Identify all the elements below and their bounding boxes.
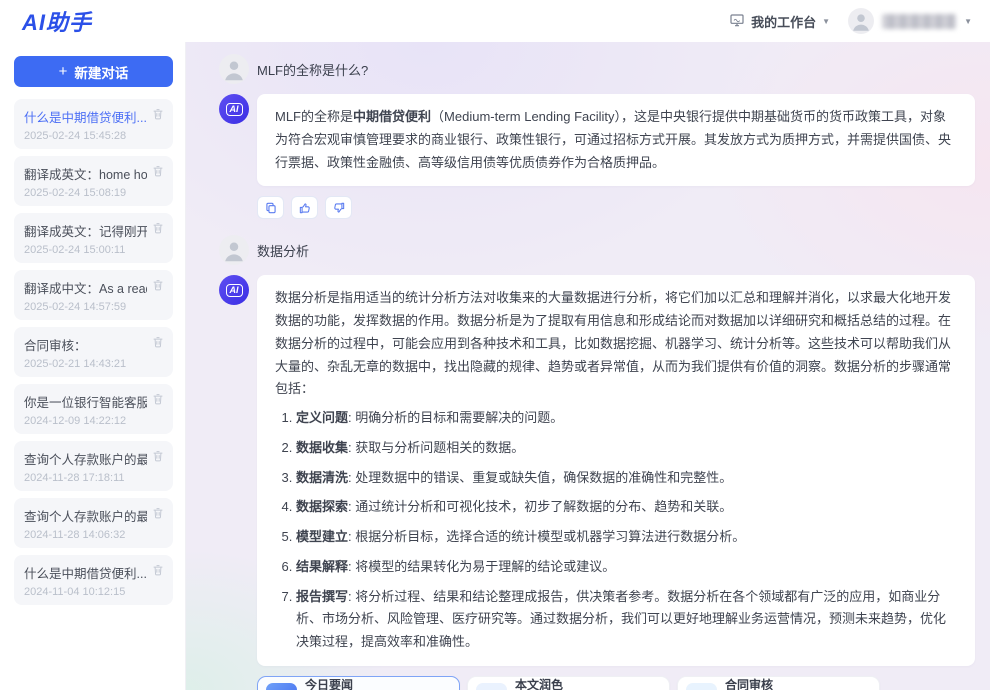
user-message-text: MLF的全称是什么? [257,60,368,79]
trash-icon[interactable] [151,449,165,463]
history-item[interactable]: 翻译成英文：home home 2025-02-24 15:08:19 [14,156,173,206]
feature-card-news[interactable]: 今日要闻 您可以问我，例如：今日要闻，我会尽力提供准确和可靠的答案。 [257,676,460,690]
history-item[interactable]: 查询个人存款账户的最新... 2024-11-28 14:06:32 [14,498,173,548]
trash-icon[interactable] [151,392,165,406]
user-avatar [219,235,249,265]
history-item[interactable]: 查询个人存款账户的最新... 2024-11-28 17:18:11 [14,441,173,491]
chevron-down-icon: ▼ [822,17,830,26]
list-item: 数据探索: 通过统计分析和可视化技术，初步了解数据的分布、趋势和关联。 [296,496,957,519]
trash-icon[interactable] [151,107,165,121]
feature-card-polish[interactable]: 本文润色 我会帮助您进行您输入的文本润色，提高文本的流畅度和表达效果。 [467,676,670,690]
message-actions [257,196,975,219]
trash-icon[interactable] [151,563,165,577]
list-item: 模型建立: 根据分析目标，选择合适的统计模型或机器学习算法进行数据分析。 [296,526,957,549]
trash-icon[interactable] [151,221,165,235]
monitor-icon [729,12,745,31]
ai-message: AI 数据分析是指用适当的统计分析方法对收集来的大量数据进行分析，将它们加以汇总… [219,275,975,666]
workspace-menu[interactable]: 我的工作台 ▼ [729,12,830,31]
message-bubble: 数据分析是指用适当的统计分析方法对收集来的大量数据进行分析，将它们加以汇总和理解… [257,275,975,666]
briefcase-icon [686,683,717,690]
sidebar: + 新建对话 什么是中期借贷便利... 2025-02-24 15:45:28 … [0,42,186,690]
user-message: MLF的全称是什么? [219,54,975,84]
workspace-label: 我的工作台 [751,12,816,31]
message-bubble: MLF的全称是中期借贷便利（Medium-term Lending Facili… [257,94,975,186]
list-item: 数据清洗: 处理数据中的错误、重复或缺失值，确保数据的准确性和完整性。 [296,467,957,490]
app-logo: AI助手 [22,5,92,37]
trash-icon[interactable] [151,164,165,178]
user-menu[interactable]: ▼ [848,8,972,34]
trash-icon[interactable] [151,278,165,292]
avatar [848,8,874,34]
copy-button[interactable] [257,196,284,219]
ai-avatar: AI [219,94,249,124]
bulb-icon [266,683,297,690]
list-item: 数据收集: 获取与分析问题相关的数据。 [296,437,957,460]
new-chat-label: 新建对话 [74,62,128,82]
list-item: 报告撰写: 将分析过程、结果和结论整理成报告，供决策者参考。数据分析在各个领域都… [296,586,957,654]
history-item[interactable]: 什么是中期借贷便利... 2025-02-24 15:45:28 [14,99,173,149]
user-message-text: 数据分析 [257,241,309,260]
plus-icon: + [59,63,68,80]
list-item: 定义问题: 明确分析的目标和需要解决的问题。 [296,407,957,430]
chat-scroll-area[interactable]: MLF的全称是什么? AI MLF的全称是中期借贷便利（Medium-term … [186,42,990,690]
feature-cards-section: 今日要闻 您可以问我，例如：今日要闻，我会尽力提供准确和可靠的答案。 本文润色 … [257,676,975,690]
analysis-steps-list: 定义问题: 明确分析的目标和需要解决的问题。 数据收集: 获取与分析问题相关的数… [275,407,957,654]
feature-card-contract[interactable]: 合同审核 您可以上传文件，我会有效地进行合同审核，确保合同满足您的业务需求。 [677,676,880,690]
analysis-intro: 数据分析是指用适当的统计分析方法对收集来的大量数据进行分析，将它们加以汇总和理解… [275,290,951,396]
doc-polish-icon [476,683,507,690]
user-name-redacted [882,14,956,29]
trash-icon[interactable] [151,335,165,349]
history-item[interactable]: 合同审核： 2025-02-21 14:43:21 [14,327,173,377]
trash-icon[interactable] [151,506,165,520]
chevron-down-icon: ▼ [964,17,972,26]
history-item[interactable]: 什么是中期借贷便利... 2024-11-04 10:12:15 [14,555,173,605]
app-window: AI助手 我的工作台 ▼ ▼ + 新建对话 [0,0,990,690]
history-item[interactable]: 翻译成中文：As a reader... 2025-02-24 14:57:59 [14,270,173,320]
ai-avatar: AI [219,275,249,305]
top-bar: AI助手 我的工作台 ▼ ▼ [0,0,990,42]
user-message: 数据分析 [219,235,975,265]
history-list: 什么是中期借贷便利... 2025-02-24 15:45:28 翻译成英文：h… [14,99,173,605]
list-item: 结果解释: 将模型的结果转化为易于理解的结论或建议。 [296,556,957,579]
chat-area: MLF的全称是什么? AI MLF的全称是中期借贷便利（Medium-term … [186,42,990,690]
ai-message: AI MLF的全称是中期借贷便利（Medium-term Lending Fac… [219,94,975,186]
thumbs-down-button[interactable] [325,196,352,219]
thumbs-up-button[interactable] [291,196,318,219]
new-chat-button[interactable]: + 新建对话 [14,56,173,87]
history-item[interactable]: 你是一位银行智能客服，... 2024-12-09 14:22:12 [14,384,173,434]
user-avatar [219,54,249,84]
history-item[interactable]: 翻译成英文：记得刚开始... 2025-02-24 15:00:11 [14,213,173,263]
